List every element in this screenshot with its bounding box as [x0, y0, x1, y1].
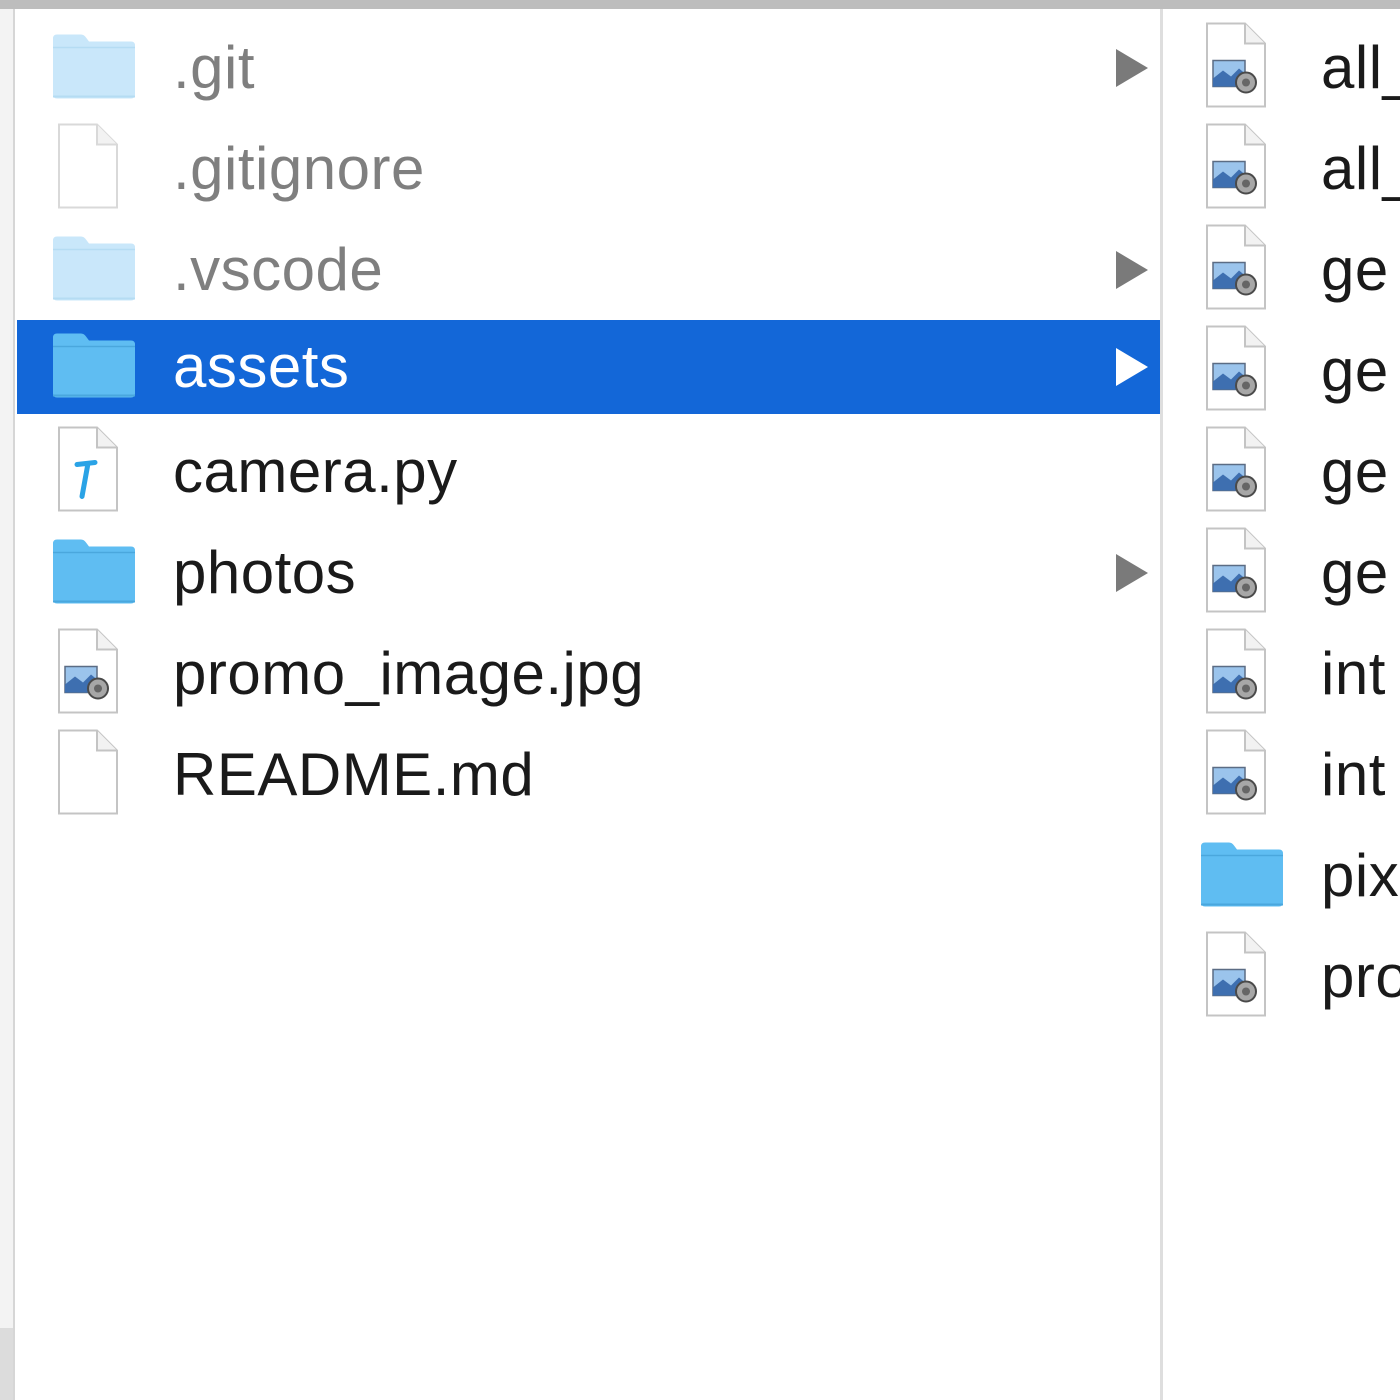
column-divider[interactable]	[1160, 9, 1163, 1400]
list-item[interactable]: pix	[1165, 825, 1400, 926]
folder-icon	[1199, 838, 1285, 913]
image-file-icon	[51, 626, 121, 721]
item-name: int	[1321, 639, 1386, 707]
image-file-icon	[1199, 323, 1269, 418]
image-file-icon	[1199, 424, 1269, 519]
disclosure-arrow-icon[interactable]	[1116, 348, 1148, 386]
image-file-icon	[1199, 20, 1269, 115]
list-item[interactable]: ge	[1165, 421, 1400, 522]
image-file-icon	[1199, 626, 1269, 721]
item-name: camera.py	[173, 437, 458, 505]
list-item[interactable]: assets	[17, 320, 1160, 414]
list-item[interactable]: all_	[1165, 17, 1400, 118]
list-item[interactable]: photos	[17, 522, 1160, 623]
folder-icon	[51, 330, 137, 405]
item-name: all_	[1321, 33, 1400, 101]
image-file-icon	[1199, 929, 1269, 1024]
disclosure-arrow-icon[interactable]	[1116, 48, 1148, 87]
list-item[interactable]: ge	[1165, 522, 1400, 623]
list-item[interactable]: pro	[1165, 926, 1400, 1027]
image-file-icon	[1199, 121, 1269, 216]
item-name: promo_image.jpg	[173, 639, 645, 707]
disclosure-arrow-icon[interactable]	[1116, 250, 1148, 289]
image-file-icon	[1199, 222, 1269, 317]
left-edge-scroll-region	[0, 1328, 13, 1400]
list-item[interactable]: int	[1165, 623, 1400, 724]
item-name: ge	[1321, 235, 1389, 303]
list-item[interactable]: ge	[1165, 219, 1400, 320]
document-icon	[51, 121, 121, 216]
folder-icon	[51, 535, 137, 610]
item-name: int	[1321, 740, 1386, 808]
folder-icon	[51, 30, 137, 105]
list-item[interactable]: promo_image.jpg	[17, 623, 1160, 724]
image-file-icon	[1199, 525, 1269, 620]
list-item[interactable]: .gitignore	[17, 118, 1160, 219]
item-name: assets	[173, 333, 350, 400]
browser-column-root: .git .gitignore .vscode assets camera.py phot…	[17, 17, 1160, 825]
browser-column-assets: all_ all_ge ge ge ge int int pix pro	[1165, 17, 1400, 1027]
folder-icon	[51, 232, 137, 307]
list-item[interactable]: README.md	[17, 724, 1160, 825]
item-name: ge	[1321, 538, 1389, 606]
item-name: README.md	[173, 740, 535, 808]
list-item[interactable]: ge	[1165, 320, 1400, 421]
python-file-icon	[51, 424, 121, 519]
item-name: pix	[1321, 841, 1400, 909]
item-name: ge	[1321, 336, 1389, 404]
list-item[interactable]: int	[1165, 724, 1400, 825]
left-column-edge	[0, 9, 15, 1400]
disclosure-arrow-icon[interactable]	[1116, 553, 1148, 592]
image-file-icon	[1199, 727, 1269, 822]
item-name: photos	[173, 538, 357, 606]
item-name: pro	[1321, 942, 1400, 1010]
list-item[interactable]: .vscode	[17, 219, 1160, 320]
window-top-edge	[0, 0, 1400, 9]
list-item[interactable]: all_	[1165, 118, 1400, 219]
item-name: .vscode	[173, 235, 384, 303]
item-name: .gitignore	[173, 134, 425, 202]
item-name: all_	[1321, 134, 1400, 202]
item-name: ge	[1321, 437, 1389, 505]
list-item[interactable]: camera.py	[17, 421, 1160, 522]
document-icon	[51, 727, 121, 822]
item-name: .git	[173, 33, 256, 101]
list-item[interactable]: .git	[17, 17, 1160, 118]
